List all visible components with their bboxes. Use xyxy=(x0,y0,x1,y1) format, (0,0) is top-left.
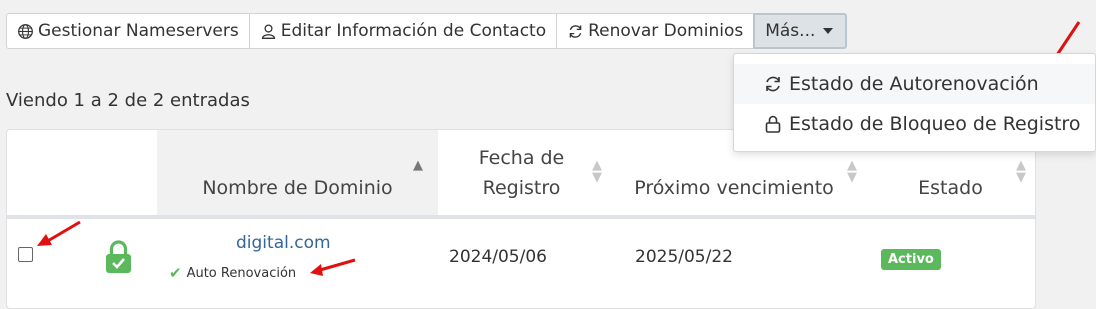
more-actions-dropdown-button[interactable]: Más... xyxy=(753,13,848,49)
lock-icon xyxy=(765,115,781,133)
domain-link[interactable]: digital.com xyxy=(236,233,331,253)
renew-domains-label: Renovar Dominios xyxy=(588,21,744,41)
registration-date-cell: 2024/05/06 xyxy=(449,247,547,267)
auto-renew-label: Auto Renovación xyxy=(186,265,297,281)
caret-down-icon xyxy=(823,28,834,34)
sort-icon: ▲ ▼ xyxy=(592,158,602,185)
refresh-icon xyxy=(569,24,582,38)
sort-icon: ▲ ▼ xyxy=(1016,158,1026,185)
user-icon xyxy=(261,23,275,39)
column-header-domain-name[interactable]: Nombre de Dominio ▲ xyxy=(157,130,438,215)
menu-item-autorenew-status[interactable]: Estado de Autorenovación xyxy=(734,64,1095,104)
auto-renew-indicator: ✔ Auto Renovación xyxy=(169,264,296,282)
column-label: Estado xyxy=(918,176,983,199)
domain-actions-toolbar: Gestionar Nameservers Editar Información… xyxy=(6,13,848,49)
menu-item-registrar-lock-status[interactable]: Estado de Bloqueo de Registro xyxy=(734,104,1095,144)
domains-table: Nombre de Dominio ▲ Fecha de Registro ▲ ▼… xyxy=(6,129,1036,309)
manage-nameservers-button[interactable]: Gestionar Nameservers xyxy=(6,13,250,49)
status-badge: Activo xyxy=(881,249,941,270)
manage-nameservers-label: Gestionar Nameservers xyxy=(38,21,239,41)
edit-contact-info-label: Editar Información de Contacto xyxy=(280,21,547,41)
table-info-text: Viendo 1 a 2 de 2 entradas xyxy=(6,90,250,111)
edit-contact-info-button[interactable]: Editar Información de Contacto xyxy=(248,13,558,49)
more-actions-label: Más... xyxy=(765,21,816,41)
more-actions-menu: Estado de Autorenovación Estado de Bloqu… xyxy=(733,53,1096,152)
menu-item-label: Estado de Autorenovación xyxy=(789,73,1039,95)
globe-icon xyxy=(18,23,33,39)
next-due-cell: 2025/05/22 xyxy=(635,247,733,267)
column-label: Próximo vencimiento xyxy=(634,176,834,199)
sort-asc-icon: ▲ xyxy=(413,158,423,173)
sort-icon: ▲ ▼ xyxy=(847,158,857,185)
row-select-checkbox[interactable] xyxy=(18,247,33,262)
column-header-registration-date[interactable]: Fecha de Registro ▲ ▼ xyxy=(439,130,604,215)
lock-icon xyxy=(106,240,131,273)
renew-domains-button[interactable]: Renovar Dominios xyxy=(556,13,755,49)
column-label: Nombre de Dominio xyxy=(202,176,393,199)
menu-item-label: Estado de Bloqueo de Registro xyxy=(789,113,1081,135)
check-icon: ✔ xyxy=(169,264,182,282)
column-label: Fecha de Registro xyxy=(478,146,565,199)
refresh-icon xyxy=(766,76,780,92)
